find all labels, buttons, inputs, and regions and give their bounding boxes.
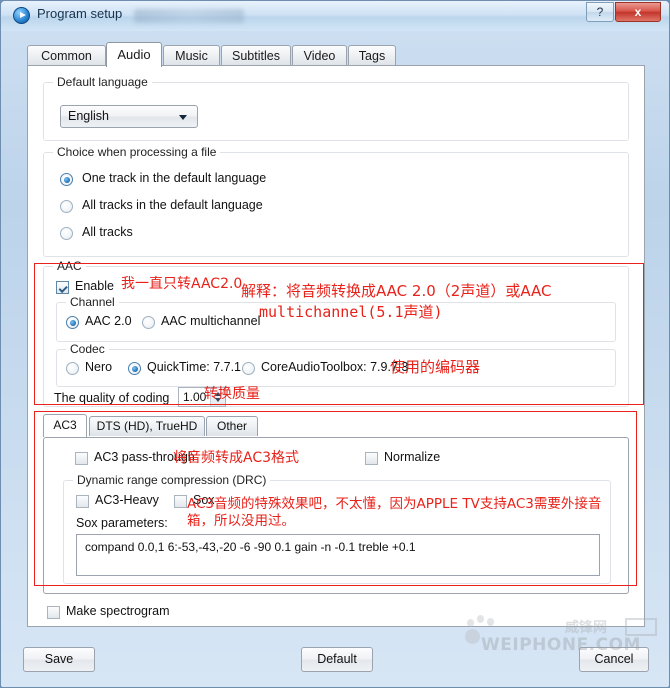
ac3-heavy-checkbox[interactable] [76,495,89,508]
ac3-passthrough-checkbox[interactable] [75,452,88,465]
default-language-legend: Default language [53,75,152,89]
aac-codec-legend: Codec [66,342,109,356]
radio-all-tracks-label: All tracks [82,225,133,239]
tab-common[interactable]: Common [27,45,106,66]
tab-video[interactable]: Video [292,45,347,66]
radio-codec-quicktime[interactable] [128,362,141,375]
tab-audio[interactable]: Audio [106,42,162,67]
aac-legend: AAC [53,259,86,273]
main-tabstrip: Common Audio Music Subtitles Video Tags [27,42,645,67]
radio-one-track[interactable] [60,173,73,186]
radio-codec-coreaudiotoolbox[interactable] [242,362,255,375]
tab-subtitles[interactable]: Subtitles [221,45,291,66]
default-language-group: Default language English [43,75,629,141]
radio-aac-20-label: AAC 2.0 [85,314,132,328]
radio-all-tracks-default-lang-label: All tracks in the default language [82,198,263,212]
aac-codec-group: Codec Nero QuickTime: 7.7.1 CoreAudioToo… [56,342,616,387]
default-button[interactable]: Default [301,647,373,672]
sox-parameters-input[interactable]: compand 0.0,1 6:-53,-43,-20 -6 -90 0.1 g… [76,534,600,576]
quality-of-coding-value: 1.00 [183,390,207,404]
annotation-aac-note-2-line2: multichannel(5.1声道) [259,303,443,321]
make-spectrogram-label: Make spectrogram [66,604,170,618]
make-spectrogram-checkbox[interactable] [47,606,60,619]
annotation-quality-note: 转换质量 [204,386,260,402]
ac3-heavy-label: AC3-Heavy [95,493,159,507]
close-button[interactable]: x [615,2,661,22]
annotation-codec-note: 使用的编码器 [390,358,481,376]
window-title: Program setup [37,6,123,21]
subtab-ac3[interactable]: AC3 [43,414,87,437]
annotation-aac-note-2-line1: 解释：将音频转换成AAC 2.0（2声道）或AAC [241,282,552,300]
subtab-other[interactable]: Other [206,416,258,436]
aac-enable-label: Enable [75,279,114,293]
cancel-button[interactable]: Cancel [579,647,649,672]
save-button[interactable]: Save [23,647,95,672]
help-button[interactable]: ? [586,2,614,22]
sox-checkbox[interactable] [174,495,187,508]
radio-all-tracks-default-lang[interactable] [60,200,73,213]
radio-aac-20[interactable] [66,316,79,329]
quality-of-coding-label: The quality of coding [54,391,170,405]
tab-music[interactable]: Music [163,45,220,66]
sox-parameters-value: compand 0.0,1 6:-53,-43,-20 -6 -90 0.1 g… [85,540,416,554]
radio-codec-coreaudiotoolbox-label: CoreAudioToolbox: 7.9.7.3 [261,360,409,374]
aac-channel-legend: Channel [66,295,119,309]
aac-enable-checkbox[interactable] [56,281,69,294]
annotation-sox-note-line2: 箱，所以没用过。 [187,513,295,529]
sox-parameters-label: Sox parameters: [76,516,168,530]
choice-group: Choice when processing a file One track … [43,145,629,257]
drc-legend: Dynamic range compression (DRC) [73,473,271,487]
program-setup-window: Program setup ? x Common Audio Music Sub… [0,0,670,688]
ac3-panel: AC3 pass-through Normalize Dynamic range… [43,437,629,594]
play-circle-icon [13,7,30,24]
normalize-checkbox[interactable] [365,452,378,465]
subtab-dts[interactable]: DTS (HD), TrueHD [89,416,205,436]
default-language-value: English [68,109,109,123]
title-blurred-text [134,9,244,23]
tab-tags[interactable]: Tags [348,45,396,66]
annotation-aac-note-1: 我一直只转AAC2.0 [121,276,243,292]
default-language-select[interactable]: English [60,105,198,128]
title-bar: Program setup ? x [1,1,669,31]
radio-codec-quicktime-label: QuickTime: 7.7.1 [147,360,242,374]
paw-icon [465,629,480,644]
audio-tab-panel: Default language English Choice when pro… [27,65,645,627]
radio-one-track-label: One track in the default language [82,171,267,185]
radio-aac-multichannel-label: AAC multichannel [161,314,261,328]
radio-aac-multichannel[interactable] [142,316,155,329]
annotation-ac3-note: 将音频转成AC3格式 [173,450,300,466]
normalize-label: Normalize [384,450,441,464]
radio-codec-nero-label: Nero [85,360,113,374]
chevron-down-icon [179,115,187,120]
ac3-subtabstrip: AC3 DTS (HD), TrueHD Other [43,414,629,439]
choice-legend: Choice when processing a file [53,145,221,159]
radio-all-tracks[interactable] [60,227,73,240]
radio-codec-nero[interactable] [66,362,79,375]
